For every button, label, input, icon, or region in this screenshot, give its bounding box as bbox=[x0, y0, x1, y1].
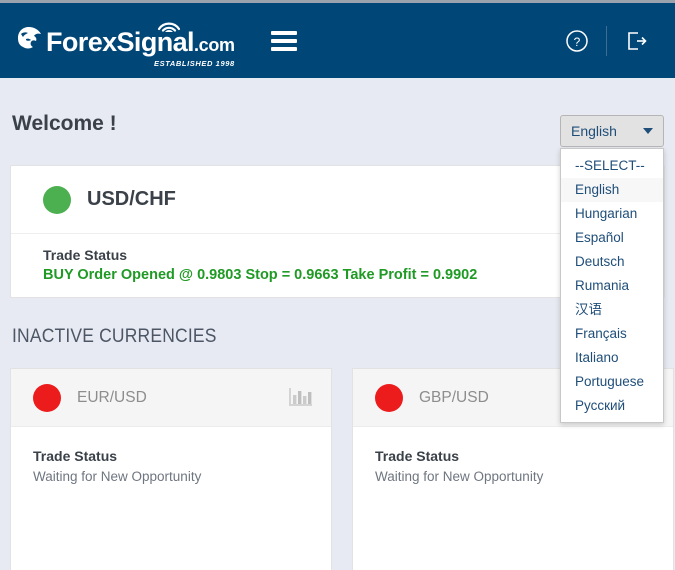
language-selector-value: English bbox=[571, 123, 617, 139]
header-divider bbox=[606, 25, 607, 56]
page-title: Welcome ! bbox=[12, 112, 117, 135]
trade-status-value: BUY Order Opened @ 0.9803 Stop = 0.9663 … bbox=[43, 267, 478, 283]
trade-status-value: Waiting for New Opportunity bbox=[33, 469, 202, 484]
logo-established-text: ESTABLISHED 1998 bbox=[154, 58, 235, 68]
inactive-currency-card[interactable]: EUR/USD Trade Status Waiting for New Opp… bbox=[10, 368, 332, 570]
svg-text:?: ? bbox=[574, 35, 581, 49]
logo-text-domain: .com bbox=[193, 35, 235, 55]
logout-icon[interactable] bbox=[619, 24, 653, 58]
site-logo[interactable]: ForexSignal.com ESTABLISHED 1998 bbox=[14, 22, 235, 67]
wifi-signal-icon bbox=[157, 22, 181, 32]
currency-pair-label: EUR/USD bbox=[77, 388, 147, 406]
hamburger-menu-icon[interactable] bbox=[270, 30, 297, 51]
language-option-francais[interactable]: Français bbox=[561, 322, 663, 346]
currency-pair-label: USD/CHF bbox=[87, 188, 176, 210]
inactive-currencies-heading: INACTIVE CURRENCIES bbox=[12, 326, 217, 347]
inactive-card-body: Trade Status Waiting for New Opportunity bbox=[11, 427, 331, 488]
language-dropdown-menu[interactable]: --SELECT-- English Hungarian Español Deu… bbox=[560, 148, 664, 423]
site-header: ForexSignal.com ESTABLISHED 1998 ? bbox=[0, 3, 675, 78]
language-option-chinese[interactable]: 汉语 bbox=[561, 298, 663, 322]
inactive-card-header: EUR/USD bbox=[11, 369, 331, 427]
status-indicator-inactive bbox=[33, 383, 61, 412]
globe-logo-icon bbox=[14, 25, 44, 51]
bar-chart-icon[interactable] bbox=[289, 387, 313, 409]
language-option-hungarian[interactable]: Hungarian bbox=[561, 202, 663, 226]
language-option-russian[interactable]: Русский bbox=[561, 394, 663, 418]
language-option-rumania[interactable]: Rumania bbox=[561, 274, 663, 298]
language-option-italiano[interactable]: Italiano bbox=[561, 346, 663, 370]
header-actions: ? bbox=[560, 24, 653, 58]
inactive-card-body: Trade Status Waiting for New Opportunity bbox=[353, 427, 673, 488]
app-root: ForexSignal.com ESTABLISHED 1998 ? Welco… bbox=[0, 0, 675, 570]
chevron-down-icon bbox=[643, 128, 653, 134]
trade-status-label: Trade Status bbox=[33, 448, 118, 464]
hamburger-bar bbox=[270, 30, 297, 35]
trade-status-label: Trade Status bbox=[375, 448, 460, 464]
status-indicator-inactive bbox=[375, 383, 403, 412]
status-indicator-active bbox=[43, 185, 71, 214]
language-option-english[interactable]: English bbox=[561, 178, 663, 202]
trade-status-value: Waiting for New Opportunity bbox=[375, 469, 544, 484]
language-option-select[interactable]: --SELECT-- bbox=[561, 154, 663, 178]
language-option-deutsch[interactable]: Deutsch bbox=[561, 250, 663, 274]
hamburger-bar bbox=[270, 46, 297, 51]
help-circle-icon[interactable]: ? bbox=[560, 24, 594, 58]
language-option-portuguese[interactable]: Portuguese bbox=[561, 370, 663, 394]
language-option-espanol[interactable]: Español bbox=[561, 226, 663, 250]
hamburger-bar bbox=[270, 38, 297, 43]
trade-status-label: Trade Status bbox=[43, 247, 128, 263]
language-selector-button[interactable]: English bbox=[560, 115, 664, 147]
